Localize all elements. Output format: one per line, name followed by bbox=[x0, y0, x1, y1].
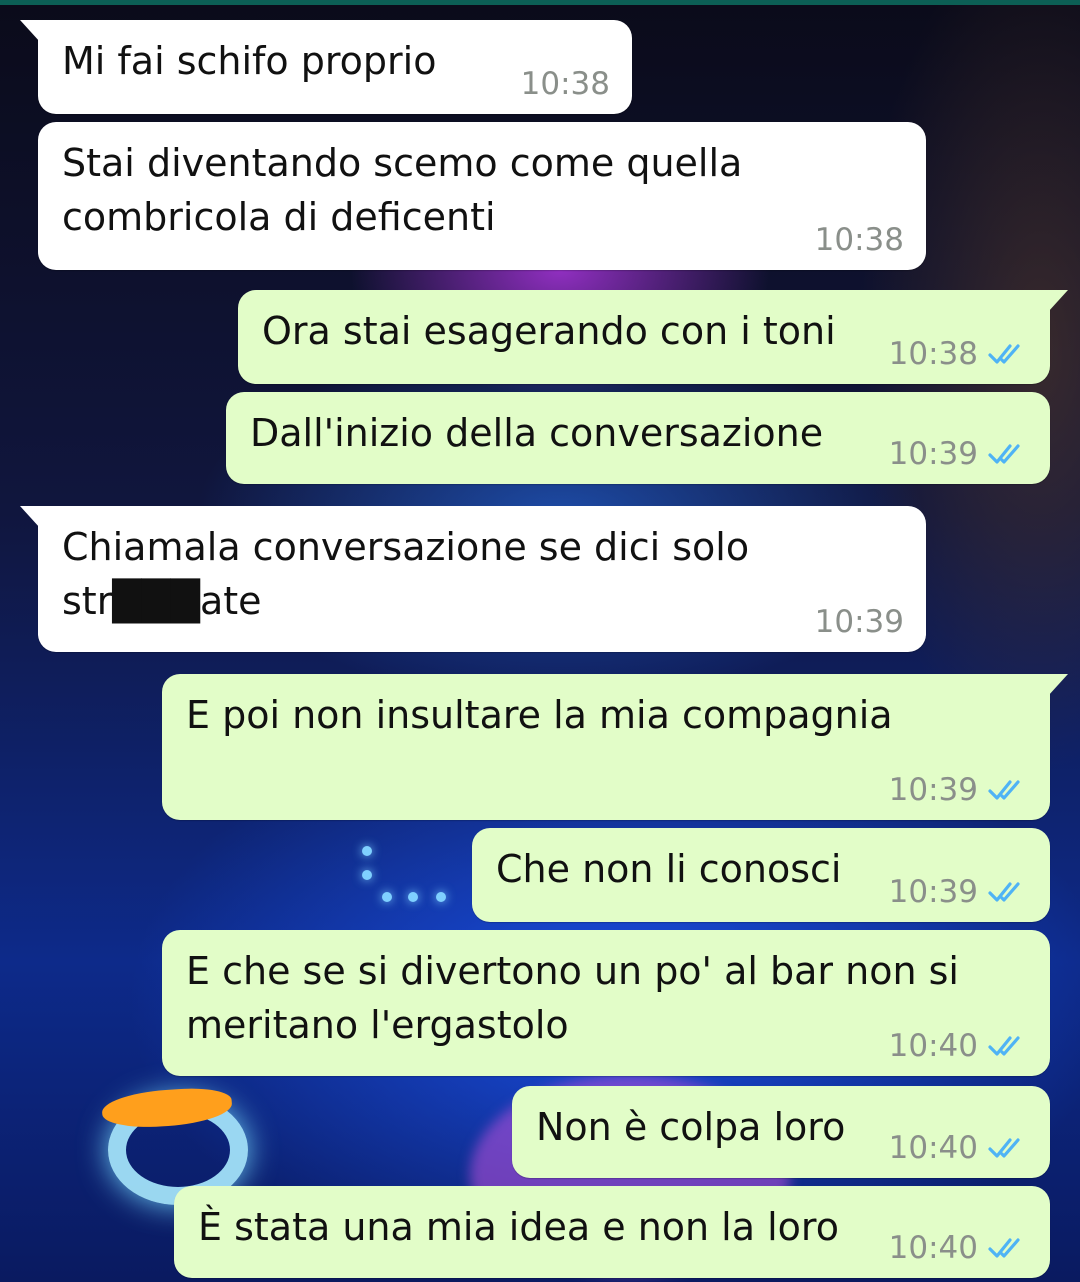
double-check-icon bbox=[988, 780, 1020, 800]
wallpaper-dot bbox=[362, 870, 372, 880]
wallpaper-dot bbox=[382, 892, 392, 902]
double-check-icon bbox=[988, 882, 1020, 902]
message-text: E poi non insultare la mia compagnia bbox=[186, 693, 893, 737]
double-check-icon bbox=[988, 444, 1020, 464]
double-check-icon bbox=[988, 1138, 1020, 1158]
message-meta: 10:39 bbox=[889, 436, 1028, 472]
message-meta: 10:38 bbox=[815, 222, 904, 258]
message-bubble-incoming[interactable]: Stai diventando scemo come quella combri… bbox=[38, 122, 926, 270]
message-meta: 10:39 bbox=[889, 772, 1028, 808]
message-bubble-outgoing[interactable]: Che non li conosci 10:39 bbox=[472, 828, 1050, 922]
message-time: 10:39 bbox=[888, 874, 978, 910]
message-text: Chiamala conversazione se dici solo str█… bbox=[62, 525, 762, 623]
message-text: Stai diventando scemo come quella combri… bbox=[62, 141, 755, 239]
message-meta: 10:39 bbox=[889, 874, 1028, 910]
message-time: 10:40 bbox=[888, 1130, 978, 1166]
wallpaper-dot bbox=[362, 846, 372, 856]
message-bubble-outgoing[interactable]: Dall'inizio della conversazione 10:39 bbox=[226, 392, 1050, 484]
message-time: 10:40 bbox=[888, 1230, 978, 1266]
message-bubble-incoming[interactable]: Mi fai schifo proprio 10:38 bbox=[20, 20, 632, 114]
message-time: 10:38 bbox=[814, 222, 904, 258]
message-bubble-incoming[interactable]: Chiamala conversazione se dici solo str█… bbox=[20, 506, 926, 1131]
double-check-icon bbox=[988, 1036, 1020, 1056]
message-meta: 10:40 bbox=[889, 1230, 1028, 1266]
message-time: 10:39 bbox=[814, 604, 904, 640]
message-meta: 10:39 bbox=[815, 604, 904, 640]
message-meta: 10:40 bbox=[889, 1130, 1028, 1166]
message-time: 10:38 bbox=[888, 336, 978, 372]
wallpaper-dot bbox=[408, 892, 418, 902]
double-check-icon bbox=[988, 1238, 1020, 1258]
message-time: 10:39 bbox=[888, 772, 978, 808]
app-top-bar bbox=[0, 0, 1080, 5]
message-time: 10:40 bbox=[888, 1028, 978, 1064]
message-text: E che se si divertono un po' al bar non … bbox=[186, 949, 972, 1047]
message-time: 10:39 bbox=[888, 436, 978, 472]
message-bubble-outgoing[interactable]: È stata una mia idea e non la loro 10:40 bbox=[174, 1186, 1050, 1278]
message-bubble-outgoing[interactable]: E poi non insultare la mia compagnia 10:… bbox=[162, 674, 1068, 820]
message-meta: 10:38 bbox=[889, 336, 1028, 372]
message-bubble-outgoing[interactable]: Ora stai esagerando con i toni 10:38 bbox=[238, 290, 1068, 384]
message-meta: 10:40 bbox=[889, 1028, 1028, 1064]
message-bubble-outgoing[interactable]: Non è colpa loro 10:40 bbox=[512, 1086, 1050, 1178]
message-bubble-outgoing[interactable]: E che se si divertono un po' al bar non … bbox=[162, 930, 1050, 1076]
message-meta: 10:38 bbox=[521, 66, 610, 102]
wallpaper-dot bbox=[436, 892, 446, 902]
message-time: 10:38 bbox=[520, 66, 610, 102]
double-check-icon bbox=[988, 344, 1020, 364]
